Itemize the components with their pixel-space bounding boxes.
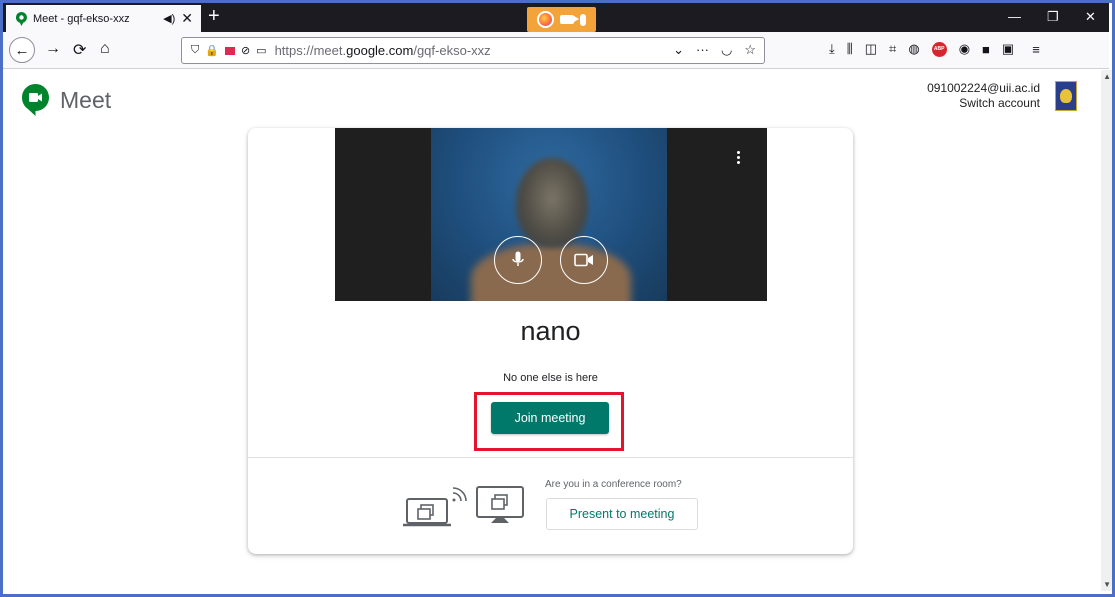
navigation-bar: ← → ⟳ ⌂ ⛉ 🔒 ⊘ ▭ https://meet.google.com/… <box>3 32 1109 69</box>
university-crest-icon <box>1060 89 1072 103</box>
sidebar-icon[interactable]: ◫ <box>865 41 877 57</box>
scroll-down-icon[interactable]: ▼ <box>1103 580 1111 589</box>
account-info: 091002224@uii.ac.id Switch account <box>927 81 1040 111</box>
scrollbar[interactable] <box>1101 70 1112 591</box>
pocket-icon[interactable]: ◡ <box>721 42 732 58</box>
autoplay-blocked-icon[interactable]: ⊘ <box>241 44 250 57</box>
menu-icon[interactable]: ≡ <box>1032 42 1040 57</box>
firefox-icon <box>537 11 554 28</box>
user-name: nano <box>520 316 581 346</box>
meeting-status: No one else is here <box>503 372 598 384</box>
window-close-icon[interactable]: ✕ <box>1085 9 1096 25</box>
scroll-up-icon[interactable]: ▲ <box>1103 72 1111 81</box>
join-meeting-button[interactable]: Join meeting <box>491 402 609 434</box>
account-email: 091002224@uii.ac.id <box>927 81 1040 95</box>
extension-dark-icon[interactable]: ■ <box>982 42 990 57</box>
toolbar-icons: ⤓ ⫼ ◫ ⌗ ◍ ABP ◉ ■ ▣ ≡ <box>829 41 1040 57</box>
adblock-icon[interactable]: ABP <box>931 41 947 57</box>
crop-icon[interactable]: ⌗ <box>889 41 896 57</box>
camera-preview <box>335 128 767 301</box>
microphone-icon <box>512 251 524 266</box>
notification-icon[interactable]: ▭ <box>256 44 266 57</box>
browser-tab[interactable]: Meet - gqf-ekso-xxz ◀) ✕ <box>6 5 201 32</box>
url-prefix: https://meet. <box>274 43 347 58</box>
microphone-toggle-button[interactable] <box>494 236 542 284</box>
minimize-icon[interactable]: — <box>1008 9 1021 24</box>
url-text[interactable]: https://meet.google.com/gqf-ekso-xxz <box>275 43 491 58</box>
restore-icon[interactable]: ❐ <box>1047 9 1059 25</box>
bookmark-star-icon[interactable]: ☆ <box>744 42 756 58</box>
video-person-head <box>516 158 588 248</box>
cast-to-screen-icon <box>403 486 524 527</box>
page-actions-icon[interactable]: ··· <box>696 42 709 58</box>
meet-logo-icon <box>22 84 49 116</box>
url-bar[interactable]: ⛉ 🔒 ⊘ ▭ https://meet.google.com/gqf-ekso… <box>181 37 765 64</box>
camera-toggle-button[interactable] <box>560 236 608 284</box>
library-icon[interactable]: ⫼ <box>847 41 853 57</box>
url-path: /gqf-ekso-xxz <box>413 43 491 58</box>
meet-favicon-icon <box>15 11 27 26</box>
account-avatar[interactable] <box>1055 81 1077 111</box>
camera-permission-icon[interactable] <box>224 46 235 55</box>
video-feed <box>431 128 667 301</box>
tab-strip: Meet - gqf-ekso-xxz ◀) ✕ + — ❐ ✕ <box>3 3 1109 32</box>
sharing-indicator[interactable] <box>527 7 596 32</box>
conference-room-question: Are you in a conference room? <box>545 479 682 490</box>
url-domain: google.com <box>346 43 414 58</box>
cast-illustration <box>403 483 533 536</box>
reload-icon[interactable]: ⟳ <box>73 40 86 60</box>
screenshot-icon[interactable]: ▣ <box>1002 41 1014 57</box>
lock-icon[interactable]: 🔒 <box>205 44 219 57</box>
chevron-down-icon[interactable]: ⌄ <box>673 42 684 58</box>
back-arrow-icon[interactable]: ← <box>9 37 35 63</box>
new-tab-icon[interactable]: + <box>208 6 220 26</box>
join-card: nano No one else is here Join meeting Ar… <box>248 128 853 554</box>
speaker-icon[interactable]: ◀) <box>163 12 175 25</box>
meet-logo[interactable]: Meet <box>22 84 111 116</box>
more-options-icon[interactable] <box>737 151 741 166</box>
tab-title: Meet - gqf-ekso-xxz <box>33 12 130 25</box>
close-tab-icon[interactable]: ✕ <box>181 10 193 27</box>
extension-icon[interactable]: ◍ <box>908 41 919 57</box>
forward-arrow-icon[interactable]: → <box>45 40 61 58</box>
switch-account-link[interactable]: Switch account <box>927 96 1040 111</box>
present-to-meeting-button[interactable]: Present to meeting <box>546 498 698 530</box>
account-icon[interactable]: ◉ <box>959 41 970 57</box>
meet-logo-text: Meet <box>60 86 112 113</box>
shield-icon[interactable]: ⛉ <box>191 44 199 57</box>
divider <box>248 457 853 458</box>
camera-sharing-icon <box>560 15 579 24</box>
home-icon[interactable]: ⌂ <box>100 40 110 58</box>
camera-icon <box>574 253 593 267</box>
microphone-sharing-icon <box>580 13 586 26</box>
download-icon[interactable]: ⤓ <box>829 41 835 57</box>
